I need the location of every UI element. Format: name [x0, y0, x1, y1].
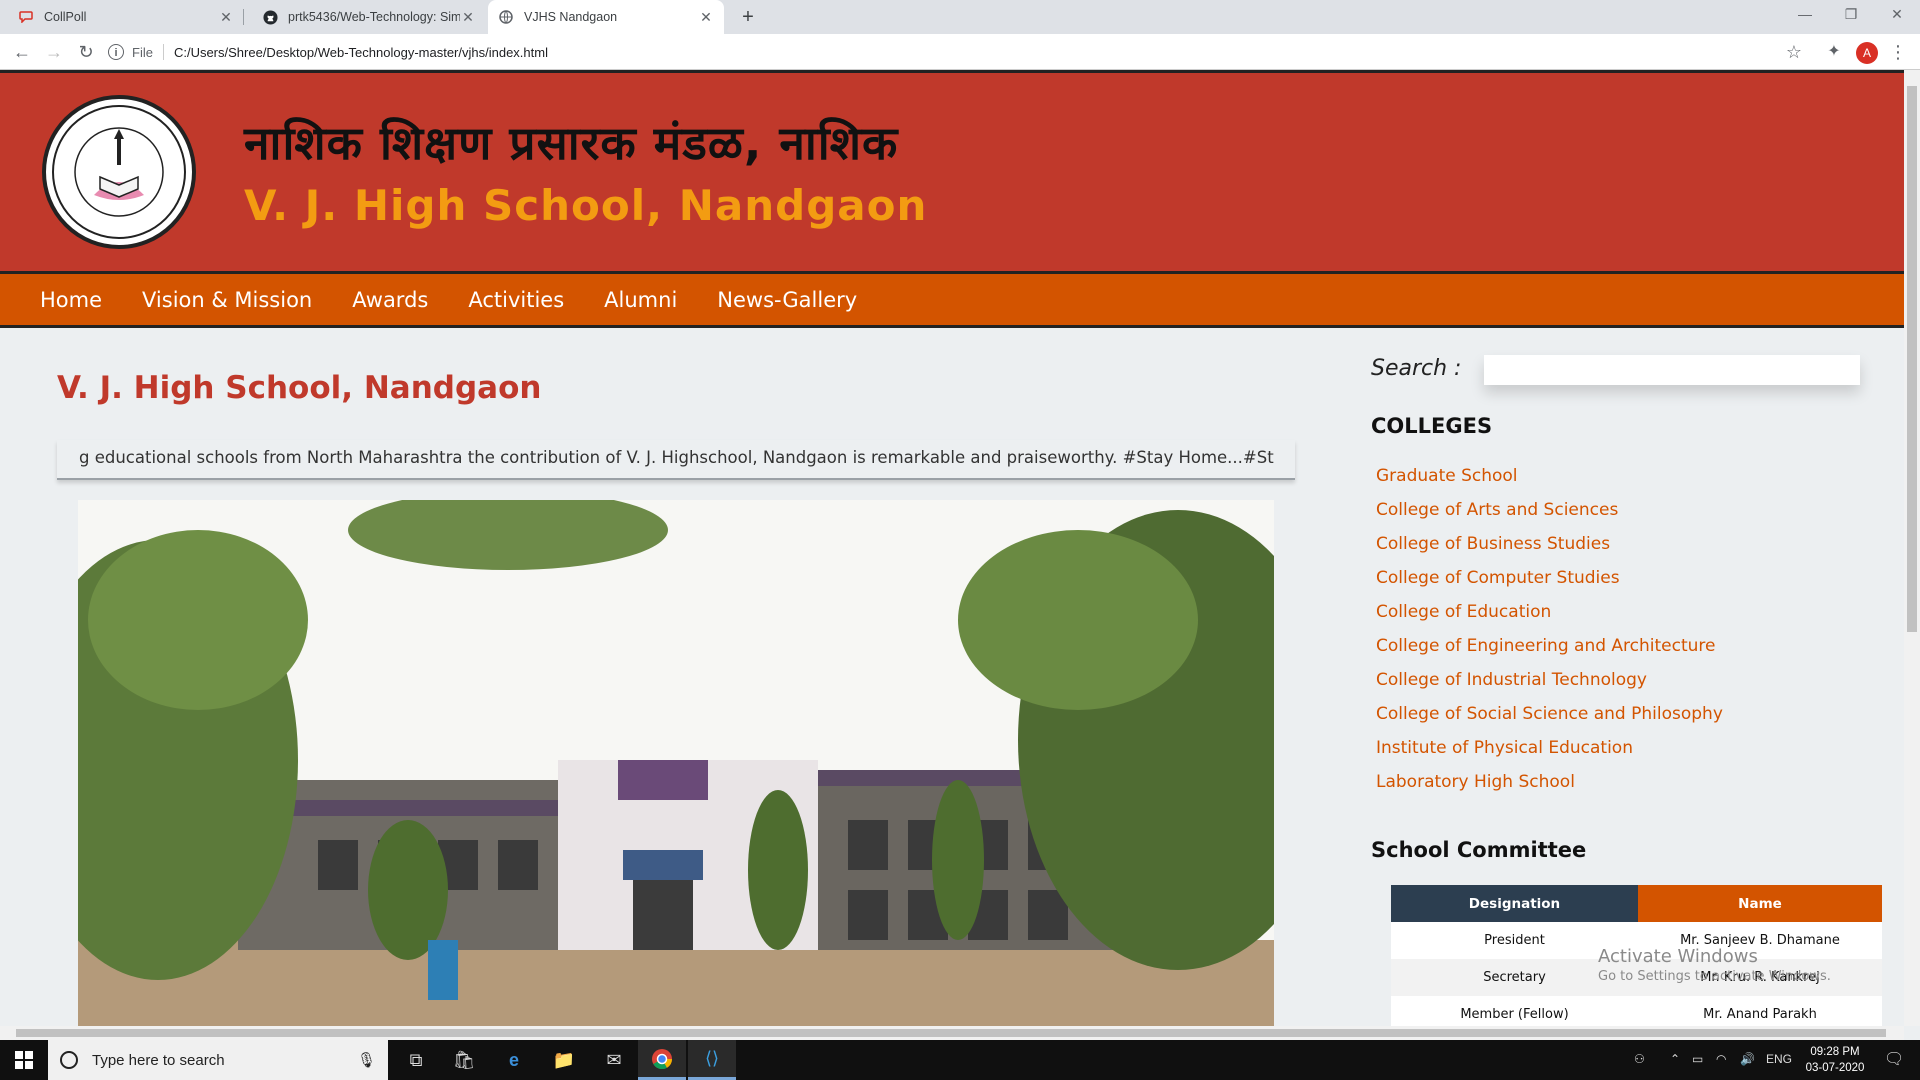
- chat-bubble-icon: [18, 9, 34, 25]
- notification-icon[interactable]: 🗨: [1884, 1049, 1904, 1069]
- college-link[interactable]: College of Engineering and Architecture: [1376, 636, 1723, 670]
- header-title-english: V. J. High School, Nandgaon: [244, 181, 928, 230]
- chrome-icon[interactable]: [638, 1040, 686, 1080]
- scheme-label: File: [132, 44, 153, 60]
- tab-title: CollPoll: [44, 10, 87, 24]
- language-indicator[interactable]: ENG: [1766, 1052, 1792, 1066]
- vscode-icon[interactable]: ⟨⟩: [688, 1040, 736, 1080]
- minimize-icon[interactable]: —: [1782, 0, 1828, 30]
- bookmark-star-icon[interactable]: ☆: [1782, 40, 1806, 64]
- scroll-thumb[interactable]: [1907, 86, 1917, 632]
- college-link[interactable]: College of Social Science and Philosophy: [1376, 704, 1723, 738]
- github-icon: [262, 9, 278, 25]
- watermark-line1: Activate Windows: [1598, 946, 1758, 967]
- url-text[interactable]: C:/Users/Shree/Desktop/Web-Technology-ma…: [174, 45, 548, 60]
- nav-vision-mission[interactable]: Vision & Mission: [142, 288, 312, 312]
- tab-vjhs[interactable]: VJHS Nandgaon ✕: [488, 0, 724, 34]
- microphone-icon[interactable]: 🎙: [357, 1051, 376, 1069]
- mail-icon[interactable]: ✉: [590, 1040, 638, 1080]
- divider: [162, 44, 164, 60]
- clock-date: 03-07-2020: [1805, 1062, 1865, 1074]
- college-link[interactable]: Institute of Physical Education: [1376, 738, 1723, 772]
- info-icon[interactable]: i: [108, 44, 124, 60]
- watermark-line2: Go to Settings to activate Windows.: [1598, 969, 1831, 984]
- school-logo: [42, 95, 196, 249]
- college-link[interactable]: College of Business Studies: [1376, 534, 1723, 568]
- people-icon[interactable]: ⚇: [1634, 1052, 1645, 1066]
- windows-taskbar: Type here to search 🎙 ⧉ 🛍 e 📁 ✉ ⟨⟩ ⚇ ⌃ ▭…: [0, 1040, 1920, 1080]
- profile-avatar[interactable]: A: [1856, 42, 1878, 64]
- volume-icon[interactable]: 🔊: [1740, 1052, 1755, 1066]
- file-explorer-icon[interactable]: 📁: [540, 1040, 588, 1080]
- extensions-puzzle-icon[interactable]: ✦: [1822, 40, 1846, 64]
- address-bar[interactable]: i File C:/Users/Shree/Desktop/Web-Techno…: [108, 39, 1808, 65]
- windows-start-icon[interactable]: [0, 1040, 48, 1080]
- search-input[interactable]: [1484, 355, 1860, 385]
- college-link[interactable]: Laboratory High School: [1376, 772, 1723, 806]
- college-link[interactable]: College of Education: [1376, 602, 1723, 636]
- page-viewport: नाशिक शिक्षण प्रसारक मंडळ, नाशिक V. J. H…: [0, 70, 1904, 1026]
- college-link[interactable]: College of Industrial Technology: [1376, 670, 1723, 704]
- main-nav: Home Vision & Mission Awards Activities …: [0, 274, 1904, 328]
- colleges-heading: COLLEGES: [1371, 414, 1493, 438]
- restore-icon[interactable]: ❐: [1828, 0, 1874, 30]
- table-row: Member (Fellow) Mr. Anand Parakh: [1391, 996, 1882, 1026]
- page-title: V. J. High School, Nandgaon: [57, 370, 542, 406]
- committee-heading: School Committee: [1371, 838, 1587, 862]
- tab-strip: CollPoll ✕ prtk5436/Web-Technology: Simp…: [0, 0, 1920, 34]
- college-link[interactable]: College of Arts and Sciences: [1376, 500, 1723, 534]
- store-icon[interactable]: 🛍: [440, 1040, 488, 1080]
- site-header: नाशिक शिक्षण प्रसारक मंडळ, नाशिक V. J. H…: [0, 70, 1904, 274]
- reload-icon[interactable]: ↻: [74, 40, 98, 64]
- browser-toolbar: ← → ↻ i File C:/Users/Shree/Desktop/Web-…: [0, 34, 1920, 70]
- back-icon[interactable]: ←: [10, 40, 34, 64]
- chevron-up-icon[interactable]: ⌃: [1670, 1052, 1680, 1066]
- header-title-marathi: नाशिक शिक्षण प्रसारक मंडळ, नाशिक: [244, 116, 899, 170]
- college-link[interactable]: College of Computer Studies: [1376, 568, 1723, 602]
- search-label: Search :: [1371, 356, 1462, 381]
- designation-cell: Member (Fellow): [1391, 996, 1638, 1026]
- nav-news-gallery[interactable]: News-Gallery: [717, 288, 857, 312]
- clock[interactable]: 09:28 PM 03-07-2020: [1800, 1044, 1870, 1076]
- search-icon: [60, 1051, 78, 1069]
- task-view-icon[interactable]: ⧉: [392, 1040, 440, 1080]
- activate-windows-watermark: Activate Windows Go to Settings to activ…: [1598, 946, 1831, 984]
- nav-activities[interactable]: Activities: [468, 288, 564, 312]
- tab-title: prtk5436/Web-Technology: Simp: [288, 10, 460, 24]
- horizontal-scrollbar[interactable]: [0, 1026, 1904, 1040]
- nav-awards[interactable]: Awards: [352, 288, 428, 312]
- forward-icon[interactable]: →: [42, 40, 66, 64]
- school-building-photo: [78, 500, 1274, 1026]
- close-tab-icon[interactable]: ✕: [698, 9, 714, 25]
- column-header: Name: [1638, 885, 1882, 922]
- wifi-icon[interactable]: ◠: [1716, 1052, 1726, 1066]
- colleges-list: Graduate School College of Arts and Scie…: [1376, 466, 1723, 806]
- marquee-text: g educational schools from North Maharas…: [79, 448, 1274, 467]
- tab-collpoll[interactable]: CollPoll ✕: [8, 0, 244, 34]
- taskbar-search[interactable]: Type here to search 🎙: [48, 1040, 388, 1080]
- edge-icon[interactable]: e: [490, 1040, 538, 1080]
- menu-kebab-icon[interactable]: ⋮: [1886, 40, 1910, 64]
- new-tab-button[interactable]: +: [736, 5, 760, 29]
- tab-github[interactable]: prtk5436/Web-Technology: Simp ✕: [252, 0, 486, 34]
- close-tab-icon[interactable]: ✕: [218, 9, 234, 25]
- battery-icon[interactable]: ▭: [1692, 1052, 1703, 1066]
- college-link[interactable]: Graduate School: [1376, 466, 1723, 500]
- tab-title: VJHS Nandgaon: [524, 10, 618, 24]
- close-tab-icon[interactable]: ✕: [460, 9, 476, 25]
- clock-time: 09:28 PM: [1810, 1046, 1860, 1058]
- news-marquee: g educational schools from North Maharas…: [57, 440, 1295, 480]
- nav-home[interactable]: Home: [40, 288, 102, 312]
- name-cell: Mr. Anand Parakh: [1638, 996, 1882, 1026]
- close-window-icon[interactable]: ✕: [1874, 0, 1920, 30]
- nav-alumni[interactable]: Alumni: [604, 288, 677, 312]
- vertical-scrollbar[interactable]: [1904, 70, 1920, 1026]
- taskbar-search-placeholder: Type here to search: [92, 1051, 225, 1069]
- column-header: Designation: [1391, 885, 1638, 922]
- globe-icon: [498, 9, 514, 25]
- scroll-thumb[interactable]: [16, 1029, 1886, 1037]
